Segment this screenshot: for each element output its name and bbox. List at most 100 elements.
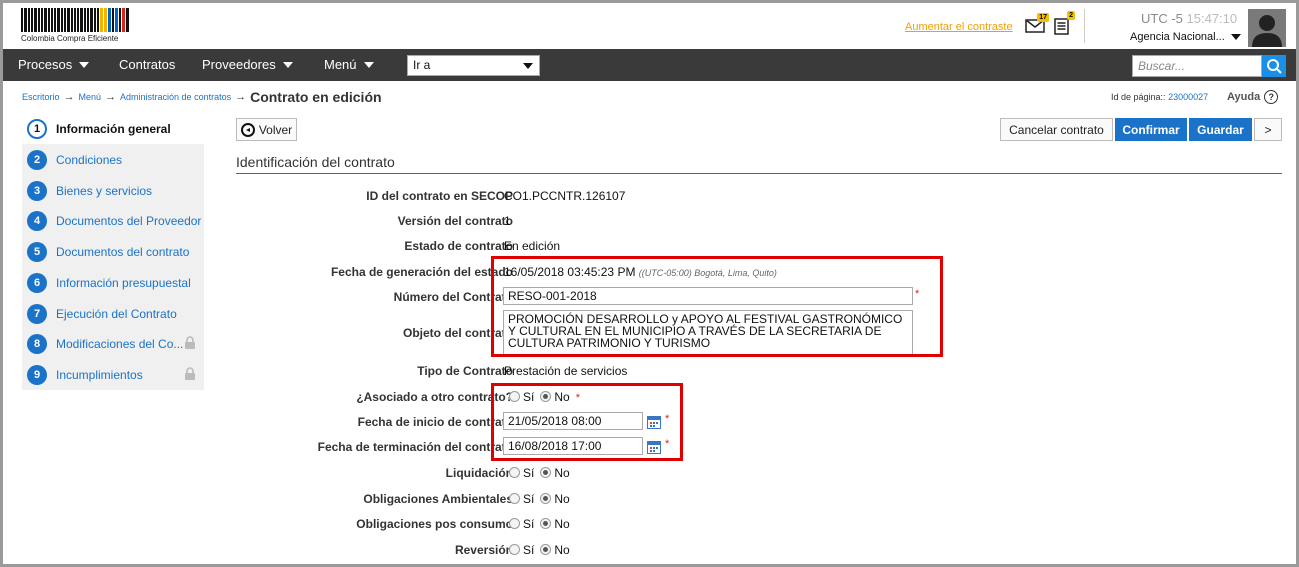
logo[interactable]: Colombia Compra Eficiente: [21, 8, 136, 46]
generation-date-label: Fecha de generación del estado: [330, 265, 513, 279]
post-consumption-no[interactable]: No: [540, 517, 570, 531]
step-number: 1: [27, 118, 47, 139]
page-id-value: 23000027: [1168, 92, 1209, 102]
barcode-logo-icon: [21, 8, 136, 32]
step-number: 3: [27, 180, 47, 201]
chevron-down-icon: [79, 62, 90, 68]
search-input[interactable]: Buscar...: [1132, 55, 1262, 77]
breadcrumb-menu[interactable]: Menú: [79, 92, 102, 102]
step-number: 4: [27, 210, 47, 231]
nav-procesos-label: Procesos: [18, 57, 73, 72]
logo-text: Colombia Compra Eficiente: [21, 34, 119, 43]
step-number: 8: [27, 333, 47, 354]
step-label: Documentos del Proveedor: [56, 213, 202, 228]
row-reversion: Reversión Sí No: [203, 540, 1203, 560]
environmental-radios: Sí No: [509, 492, 576, 506]
reversion-yes[interactable]: Sí: [509, 543, 534, 557]
section-divider: [236, 173, 1282, 174]
post-consumption-label: Obligaciones pos consumo: [356, 517, 513, 531]
row-contract-type: Tipo de Contrato Prestación de servicios: [203, 361, 1203, 381]
nav-procesos[interactable]: Procesos: [18, 49, 90, 81]
breadcrumb-escritorio[interactable]: Escritorio: [22, 92, 60, 102]
step-informacion-general[interactable]: 1 Información general: [22, 113, 204, 144]
page-title: Contrato en edición: [250, 89, 382, 105]
contract-id-label: ID del contrato en SECOP: [366, 189, 513, 203]
main-nav: Procesos Contratos Proveedores Menú Ir a…: [3, 49, 1296, 81]
step-incumplimientos[interactable]: 9 Incumplimientos: [22, 359, 204, 390]
app-window: Colombia Compra Eficiente Aumentar el co…: [0, 0, 1299, 567]
confirm-button[interactable]: Confirmar: [1115, 118, 1187, 141]
step-number: 2: [27, 149, 47, 170]
goto-value: Ir a: [413, 58, 431, 72]
step-number: 9: [27, 364, 47, 385]
post-consumption-yes[interactable]: Sí: [509, 517, 534, 531]
step-ejecucion-contrato[interactable]: 7 Ejecución del Contrato: [22, 298, 204, 329]
contract-id-value: CO1.PCCNTR.126107: [504, 189, 626, 203]
mail-count-badge: 17: [1037, 13, 1049, 22]
next-button[interactable]: >: [1254, 118, 1282, 141]
liquidation-radios: Sí No: [509, 466, 576, 480]
header-divider: [1084, 9, 1085, 43]
cancel-contract-button[interactable]: Cancelar contrato: [1000, 118, 1113, 141]
environmental-no[interactable]: No: [540, 492, 570, 506]
liquidation-no[interactable]: No: [540, 466, 570, 480]
goto-select[interactable]: Ir a: [407, 55, 540, 76]
news-count-badge: 2: [1067, 11, 1075, 20]
row-liquidation: Liquidación Sí No: [203, 463, 1203, 483]
step-label: Condiciones: [56, 152, 123, 167]
time-label: 15:47:10: [1186, 11, 1238, 26]
row-environmental: Obligaciones Ambientales Sí No: [203, 489, 1203, 509]
lock-icon: [185, 336, 195, 349]
nav-proveedores[interactable]: Proveedores: [202, 49, 293, 81]
environmental-label: Obligaciones Ambientales: [363, 492, 513, 506]
step-bienes-servicios[interactable]: 3 Bienes y servicios: [22, 175, 204, 206]
state-label: Estado de contrato: [404, 239, 513, 253]
step-documentos-proveedor[interactable]: 4 Documentos del Proveedor: [22, 205, 204, 236]
liquidation-label: Liquidación: [445, 466, 513, 480]
environmental-yes[interactable]: Sí: [509, 492, 534, 506]
save-button[interactable]: Guardar: [1189, 118, 1252, 141]
start-date-label: Fecha de inicio de contrato: [357, 415, 513, 429]
step-label: Información general: [56, 121, 171, 136]
nav-menu-label: Menú: [324, 57, 357, 72]
search-button[interactable]: [1262, 55, 1286, 77]
arrow-right-icon: →: [105, 91, 117, 103]
reversion-no[interactable]: No: [540, 543, 570, 557]
contract-type-value: Prestación de servicios: [504, 364, 628, 378]
yes-label: Sí: [523, 543, 535, 557]
chevron-down-icon: [523, 63, 533, 69]
help-icon: ?: [1264, 90, 1279, 104]
arrow-right-icon: →: [235, 91, 247, 103]
agency-selector[interactable]: Agencia Nacional...: [1130, 31, 1241, 43]
breadcrumb-admin-contratos[interactable]: Administración de contratos: [120, 92, 231, 102]
nav-contratos[interactable]: Contratos: [119, 49, 175, 81]
avatar[interactable]: [1248, 9, 1286, 47]
no-label: No: [554, 466, 570, 480]
liquidation-yes[interactable]: Sí: [509, 466, 534, 480]
step-number: 7: [27, 303, 47, 324]
step-label: Documentos del contrato: [56, 244, 190, 259]
mail-icon[interactable]: 17: [1025, 13, 1049, 33]
version-value: 1: [504, 214, 511, 228]
step-modificaciones[interactable]: 8 Modificaciones del Co...: [22, 328, 204, 359]
breadcrumb: Escritorio → Menú → Administración de co…: [22, 89, 382, 105]
nav-contratos-label: Contratos: [119, 57, 176, 72]
step-documentos-contrato[interactable]: 5 Documentos del contrato: [22, 236, 204, 267]
chevron-down-icon: [282, 62, 293, 68]
state-value: En edición: [504, 239, 561, 253]
increase-contrast-link[interactable]: Aumentar el contraste: [905, 21, 1013, 33]
version-label: Versión del contrato: [397, 214, 513, 228]
agency-name: Agencia Nacional...: [1130, 31, 1225, 43]
back-button[interactable]: Volver: [236, 118, 297, 141]
top-header: Colombia Compra Eficiente Aumentar el co…: [3, 3, 1296, 49]
step-condiciones[interactable]: 2 Condiciones: [22, 144, 204, 175]
page-id: Id de página:: 23000027: [1111, 92, 1208, 102]
news-icon[interactable]: 2: [1053, 11, 1075, 35]
help-button[interactable]: Ayuda?: [1227, 90, 1279, 104]
radio-icon: [509, 518, 520, 529]
nav-menu[interactable]: Menú: [324, 49, 374, 81]
step-label: Ejecución del Contrato: [56, 306, 177, 321]
yes-label: Sí: [523, 492, 535, 506]
step-informacion-presupuestal[interactable]: 6 Información presupuestal: [22, 267, 204, 298]
chevron-down-icon: [1230, 34, 1241, 40]
